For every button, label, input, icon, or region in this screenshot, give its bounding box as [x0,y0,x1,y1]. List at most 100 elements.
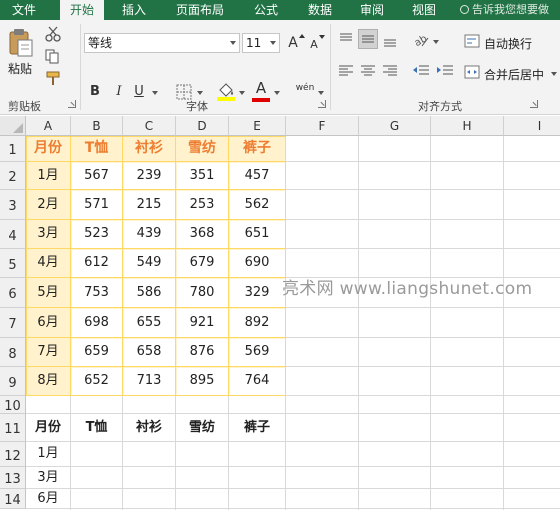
row-header-11[interactable]: 11 [0,414,26,442]
row-header-2[interactable]: 2 [0,162,26,190]
borders-dropdown-icon[interactable] [197,91,203,95]
row-header-4[interactable]: 4 [0,220,26,249]
table-data-cell[interactable]: 549 [123,249,175,277]
tab-view[interactable]: 视图 [412,0,436,20]
increase-font-button[interactable]: A [286,33,300,53]
table-data-cell[interactable]: 7月 [26,338,70,366]
orientation-dropdown-icon[interactable] [433,40,439,44]
table-data-cell[interactable]: 569 [229,338,285,366]
row-header-1[interactable]: 1 [0,136,26,162]
underline-button[interactable]: U [130,82,148,102]
table-data-cell[interactable]: 571 [71,190,122,219]
increase-indent-icon[interactable] [436,64,454,78]
column-header-c[interactable]: C [123,116,176,136]
table-data-cell[interactable]: 780 [176,278,228,307]
align-bottom-icon[interactable] [382,34,398,48]
table-header-cell[interactable]: 裤子 [229,136,285,161]
table-data-cell[interactable]: 753 [71,278,122,307]
table-data-cell[interactable]: 651 [229,220,285,248]
lookup-header-cell[interactable]: 月份 [26,414,70,441]
row-header-3[interactable]: 3 [0,190,26,220]
table-header-cell[interactable]: T恤 [71,136,122,161]
table-data-cell[interactable]: 655 [123,308,175,337]
table-data-cell[interactable]: 698 [71,308,122,337]
font-name-select[interactable]: 等线 [84,33,240,53]
align-middle-button[interactable] [358,29,378,49]
table-data-cell[interactable]: 652 [71,367,122,395]
column-header-g[interactable]: G [359,116,431,136]
tab-page-layout[interactable]: 页面布局 [176,0,224,20]
fill-color-icon[interactable] [216,80,236,102]
table-data-cell[interactable]: 3月 [26,220,70,248]
tab-review[interactable]: 审阅 [360,0,384,20]
worksheet-grid[interactable]: A B C D E F G H I 1 2 3 4 5 6 7 8 9 10 11 12 13 14 月份 T恤 衬衫 雪纺 裤子 1月… [0,116,560,510]
table-data-cell[interactable]: 658 [123,338,175,366]
font-launcher-icon[interactable] [318,100,326,108]
table-data-cell[interactable]: 215 [123,190,175,219]
align-right-icon[interactable] [382,64,398,78]
row-header-9[interactable]: 9 [0,367,26,396]
table-data-cell[interactable]: 4月 [26,249,70,277]
align-left-icon[interactable] [338,64,354,78]
tab-file[interactable]: 文件 [12,0,36,20]
merge-center-button[interactable]: 合并后居中 [484,66,544,83]
align-center-icon[interactable] [360,64,376,78]
tab-data[interactable]: 数据 [308,0,332,20]
table-data-cell[interactable]: 329 [229,278,285,307]
column-header-b[interactable]: B [71,116,123,136]
table-data-cell[interactable]: 457 [229,162,285,189]
table-data-cell[interactable]: 895 [176,367,228,395]
clipboard-icon[interactable] [8,28,34,58]
table-data-cell[interactable]: 892 [229,308,285,337]
bold-button[interactable]: B [86,82,104,102]
table-data-cell[interactable]: 612 [71,249,122,277]
format-painter-icon[interactable] [44,70,62,86]
column-header-a[interactable]: A [26,116,71,136]
lookup-month-cell[interactable]: 3月 [26,467,70,488]
lookup-month-cell[interactable]: 1月 [26,442,70,466]
column-header-i[interactable]: I [504,116,560,136]
table-data-cell[interactable]: 921 [176,308,228,337]
table-data-cell[interactable]: 1月 [26,162,70,189]
table-header-cell[interactable]: 衬衫 [123,136,175,161]
phonetic-dropdown-icon[interactable] [318,91,324,95]
table-data-cell[interactable]: 8月 [26,367,70,395]
fill-color-dropdown-icon[interactable] [239,91,245,95]
italic-button[interactable]: I [110,82,128,102]
table-data-cell[interactable]: 659 [71,338,122,366]
font-color-button[interactable]: A [252,78,270,98]
lookup-header-cell[interactable]: 衬衫 [123,414,175,441]
lookup-header-cell[interactable]: 雪纺 [176,414,228,441]
table-data-cell[interactable]: 351 [176,162,228,189]
column-header-d[interactable]: D [176,116,229,136]
merge-dropdown-icon[interactable] [551,72,557,76]
row-header-8[interactable]: 8 [0,338,26,367]
table-header-cell[interactable]: 雪纺 [176,136,228,161]
font-color-dropdown-icon[interactable] [274,91,280,95]
table-data-cell[interactable]: 690 [229,249,285,277]
table-data-cell[interactable]: 876 [176,338,228,366]
lookup-header-cell[interactable]: 裤子 [229,414,285,441]
row-header-6[interactable]: 6 [0,278,26,308]
table-data-cell[interactable]: 5月 [26,278,70,307]
table-data-cell[interactable]: 239 [123,162,175,189]
clipboard-launcher-icon[interactable] [68,100,76,108]
select-all-button[interactable] [0,116,26,136]
paste-button[interactable]: 粘贴 [8,60,32,77]
underline-dropdown-icon[interactable] [152,91,158,95]
phonetic-button[interactable]: wén [294,78,316,98]
table-data-cell[interactable]: 586 [123,278,175,307]
table-data-cell[interactable]: 6月 [26,308,70,337]
align-top-icon[interactable] [338,32,354,46]
table-data-cell[interactable]: 567 [71,162,122,189]
alignment-launcher-icon[interactable] [530,100,538,108]
copy-icon[interactable] [44,48,62,64]
row-header-7[interactable]: 7 [0,308,26,338]
tab-formulas[interactable]: 公式 [254,0,278,20]
row-header-13[interactable]: 13 [0,467,26,489]
table-data-cell[interactable]: 764 [229,367,285,395]
table-data-cell[interactable]: 439 [123,220,175,248]
table-data-cell[interactable]: 713 [123,367,175,395]
orientation-icon[interactable]: ab [412,32,430,48]
wrap-text-button[interactable]: 自动换行 [484,35,532,52]
